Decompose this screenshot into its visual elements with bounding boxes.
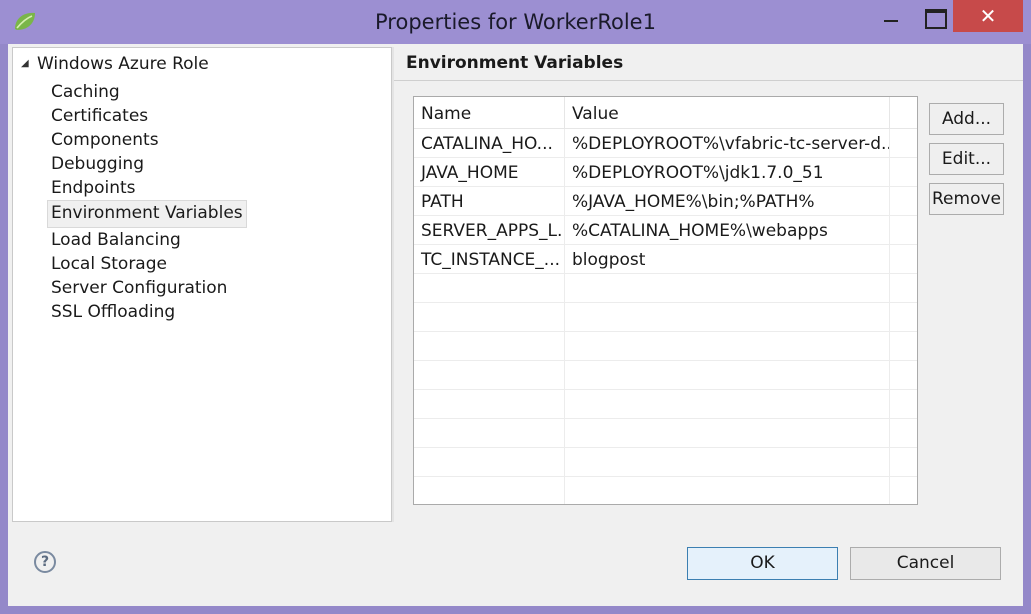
cell-name xyxy=(414,390,565,419)
tree-item-label[interactable]: Local Storage xyxy=(47,253,171,275)
cell-name: PATH xyxy=(414,187,565,216)
tree-item-debugging[interactable]: Debugging xyxy=(51,152,247,176)
cell-filler xyxy=(890,303,917,332)
table-row[interactable]: CATALINA_HO... %DEPLOYROOT%\vfabric-tc-se… xyxy=(414,129,917,158)
cell-filler xyxy=(890,129,917,158)
cell-name: CATALINA_HO... xyxy=(414,129,565,158)
tree-item-components[interactable]: Components xyxy=(51,128,247,152)
cell-value xyxy=(565,332,890,361)
tree-children: Caching Certificates Components Debuggin… xyxy=(47,80,247,324)
cell-name: TC_INSTANCE_... xyxy=(414,245,565,274)
tree-item-environment-variables[interactable]: Environment Variables xyxy=(47,200,247,228)
table-row[interactable] xyxy=(414,361,917,390)
cell-value xyxy=(565,477,890,504)
cell-name xyxy=(414,332,565,361)
tree-item-label[interactable]: Endpoints xyxy=(47,177,140,199)
tree-root[interactable]: ◢ Windows Azure Role xyxy=(21,52,209,76)
env-variables-table[interactable]: Name Value CATALINA_HO... %DEPLOYROOT%\vf… xyxy=(413,96,918,505)
tree-item-load-balancing[interactable]: Load Balancing xyxy=(51,228,247,252)
close-icon: ✕ xyxy=(979,4,997,28)
table-row[interactable] xyxy=(414,303,917,332)
tree-item-label[interactable]: Load Balancing xyxy=(47,229,185,251)
table-row[interactable] xyxy=(414,332,917,361)
cell-value xyxy=(565,303,890,332)
tree-item-label[interactable]: Components xyxy=(47,129,163,151)
cell-name xyxy=(414,477,565,504)
table-row[interactable] xyxy=(414,419,917,448)
close-button[interactable]: ✕ xyxy=(953,0,1023,32)
table-row[interactable]: TC_INSTANCE_... blogpost xyxy=(414,245,917,274)
cell-value: %DEPLOYROOT%\jdk1.7.0_51 xyxy=(565,158,890,187)
cancel-button[interactable]: Cancel xyxy=(850,547,1001,580)
cell-value xyxy=(565,448,890,477)
cell-name xyxy=(414,303,565,332)
cell-value xyxy=(565,274,890,303)
cell-filler xyxy=(890,332,917,361)
tree-item-label[interactable]: Caching xyxy=(47,81,124,103)
title-bar[interactable]: Properties for WorkerRole1 ✕ xyxy=(0,0,1031,44)
cell-value: %CATALINA_HOME%\webapps xyxy=(565,216,890,245)
table-row[interactable] xyxy=(414,477,917,504)
tree-root-label: Windows Azure Role xyxy=(37,54,209,74)
cell-filler xyxy=(890,245,917,274)
cell-filler xyxy=(890,216,917,245)
cell-filler xyxy=(890,448,917,477)
cell-name: SERVER_APPS_L... xyxy=(414,216,565,245)
column-header-value[interactable]: Value xyxy=(565,97,890,129)
title-separator xyxy=(394,80,1023,81)
ok-button[interactable]: OK xyxy=(687,547,838,580)
remove-button[interactable]: Remove xyxy=(929,183,1004,215)
tree-item-endpoints[interactable]: Endpoints xyxy=(51,176,247,200)
table-row[interactable]: SERVER_APPS_L... %CATALINA_HOME%\webapps xyxy=(414,216,917,245)
table-body: CATALINA_HO... %DEPLOYROOT%\vfabric-tc-se… xyxy=(414,129,917,504)
cell-filler xyxy=(890,419,917,448)
cell-filler xyxy=(890,274,917,303)
dialog-body: ◢ Windows Azure Role Caching Certificates… xyxy=(8,44,1023,606)
help-icon[interactable]: ? xyxy=(34,551,56,573)
edit-button[interactable]: Edit... xyxy=(929,143,1004,175)
cell-value: blogpost xyxy=(565,245,890,274)
table-row[interactable] xyxy=(414,274,917,303)
page-title: Environment Variables xyxy=(406,53,624,73)
cell-name: JAVA_HOME xyxy=(414,158,565,187)
minimize-button[interactable] xyxy=(870,0,914,32)
tree-item-label[interactable]: Server Configuration xyxy=(47,277,231,299)
tree-item-server-configuration[interactable]: Server Configuration xyxy=(51,276,247,300)
cell-value: %DEPLOYROOT%\vfabric-tc-server-d... xyxy=(565,129,890,158)
cell-name xyxy=(414,419,565,448)
cell-value: %JAVA_HOME%\bin;%PATH% xyxy=(565,187,890,216)
table-row[interactable] xyxy=(414,448,917,477)
column-header-name[interactable]: Name xyxy=(414,97,565,129)
add-button[interactable]: Add... xyxy=(929,103,1004,135)
cell-filler xyxy=(890,187,917,216)
property-tree: ◢ Windows Azure Role Caching Certificates… xyxy=(12,47,392,522)
table-row[interactable]: JAVA_HOME %DEPLOYROOT%\jdk1.7.0_51 xyxy=(414,158,917,187)
cell-filler xyxy=(890,158,917,187)
cell-value xyxy=(565,361,890,390)
cell-name xyxy=(414,448,565,477)
cell-filler xyxy=(890,390,917,419)
cell-filler xyxy=(890,361,917,390)
cell-name xyxy=(414,361,565,390)
table-row[interactable] xyxy=(414,390,917,419)
tree-item-caching[interactable]: Caching xyxy=(51,80,247,104)
tree-item-label[interactable]: Certificates xyxy=(47,105,152,127)
tree-item-label[interactable]: Debugging xyxy=(47,153,148,175)
tree-item-label[interactable]: SSL Offloading xyxy=(47,301,179,323)
dialog-window: Properties for WorkerRole1 ✕ ◢ Windows Az… xyxy=(0,0,1031,614)
tree-item-certificates[interactable]: Certificates xyxy=(51,104,247,128)
tree-item-local-storage[interactable]: Local Storage xyxy=(51,252,247,276)
expand-arrow-icon[interactable]: ◢ xyxy=(21,52,37,76)
table-row[interactable]: PATH %JAVA_HOME%\bin;%PATH% xyxy=(414,187,917,216)
pane-divider[interactable] xyxy=(392,47,394,522)
cell-value xyxy=(565,419,890,448)
cell-value xyxy=(565,390,890,419)
maximize-button[interactable] xyxy=(915,0,957,32)
table-header: Name Value xyxy=(414,97,917,129)
cell-filler xyxy=(890,477,917,504)
cell-name xyxy=(414,274,565,303)
tree-item-label-selected[interactable]: Environment Variables xyxy=(47,200,247,228)
tree-item-ssl-offloading[interactable]: SSL Offloading xyxy=(51,300,247,324)
